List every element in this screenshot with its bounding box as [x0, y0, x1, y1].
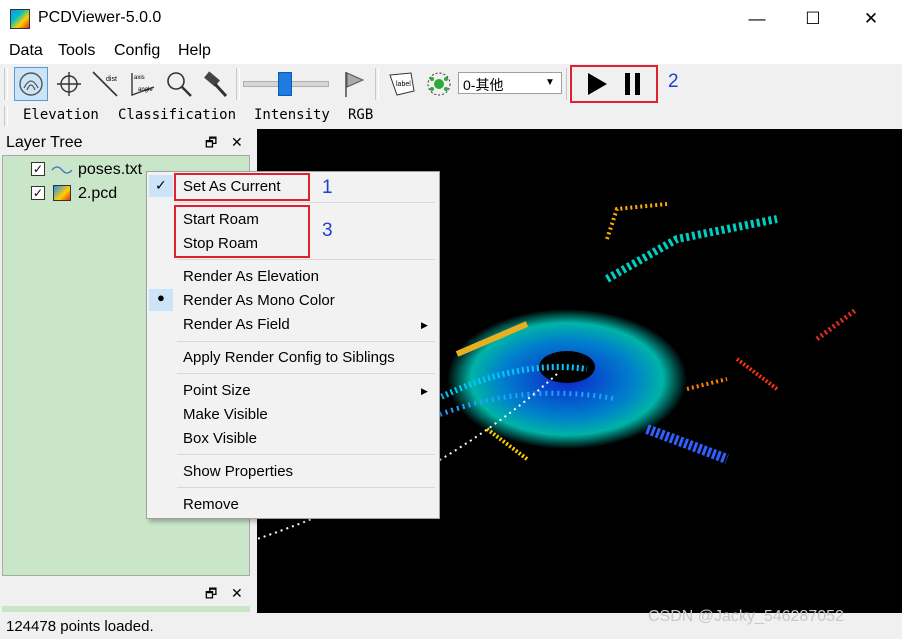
menu-separator [177, 487, 435, 488]
layer-tree-header: Layer Tree 🗗 ✕ [0, 129, 256, 155]
pointcloud-layer-icon [53, 185, 71, 201]
flag-icon [345, 72, 365, 97]
second-dock-header: 🗗 ✕ [0, 580, 256, 606]
app-icon [10, 9, 30, 29]
svg-text:angle: angle [138, 87, 153, 93]
distance-icon: dist [92, 71, 118, 97]
toolbar-grip [4, 68, 8, 100]
layer-row-pcd[interactable]: ✓ 2.pcd [3, 182, 153, 204]
maximize-button[interactable]: ☐ [784, 0, 842, 38]
menu-point-size[interactable]: Point Size [183, 382, 251, 399]
crosshair-icon [57, 72, 81, 96]
menu-show-properties[interactable]: Show Properties [183, 463, 293, 480]
menu-separator [177, 259, 435, 260]
mode-classification[interactable]: Classification [118, 107, 236, 123]
annotation-number-1: 1 [322, 177, 333, 198]
menu-render-field[interactable]: Render As Field [183, 316, 290, 333]
layer-name: 2.pcd [78, 185, 118, 202]
flag-button[interactable] [336, 67, 370, 101]
close-dock-icon[interactable]: ✕ [231, 585, 243, 602]
measure-distance-button[interactable]: dist [88, 67, 122, 101]
status-text: 124478 points loaded. [6, 618, 154, 635]
menu-tools[interactable]: Tools [58, 42, 95, 60]
menu-separator [177, 373, 435, 374]
menu-separator [177, 454, 435, 455]
float-dock-icon[interactable]: 🗗 [205, 134, 217, 156]
layer-checkbox[interactable]: ✓ [31, 186, 45, 200]
mode-intensity[interactable]: Intensity [254, 107, 330, 123]
close-dock-icon[interactable]: ✕ [231, 134, 243, 151]
annotation-number-2: 2 [668, 71, 679, 92]
render-mode-bar: Elevation Classification Intensity RGB [0, 104, 902, 128]
polyline-layer-icon [51, 166, 73, 174]
annotation-number-3: 3 [322, 220, 333, 241]
menu-box-visible[interactable]: Box Visible [183, 430, 257, 447]
layer-checkbox[interactable]: ✓ [31, 162, 45, 176]
pointcloud-select-icon [19, 72, 43, 96]
svg-text:label: label [396, 81, 411, 88]
class-combo[interactable]: 0-其他 ▼ [458, 72, 562, 94]
menu-data[interactable]: Data [9, 42, 43, 60]
submenu-arrow-icon: ▶ [421, 386, 428, 396]
window-title: PCDViewer-5.0.0 [38, 9, 162, 26]
watermark: CSDN @Jacky_546287052 [648, 608, 844, 625]
annotation-box-2 [570, 65, 658, 103]
class-combo-value: 0-其他 [463, 77, 504, 93]
title-bar: PCDViewer-5.0.0 — ☐ ✕ [0, 0, 902, 38]
measure-angle-button[interactable]: axis angle [126, 67, 160, 101]
checkmark-icon: ✓ [155, 177, 167, 193]
label-icon: label [389, 72, 415, 96]
axis-angle-icon: axis angle [131, 73, 155, 96]
menu-apply-render-config[interactable]: Apply Render Config to Siblings [183, 349, 395, 366]
menu-separator [177, 341, 435, 342]
menu-separator [177, 202, 435, 203]
menu-remove[interactable]: Remove [183, 496, 239, 513]
cluster-tool-button[interactable] [422, 67, 456, 101]
svg-text:dist: dist [106, 76, 117, 83]
svg-text:axis: axis [134, 75, 145, 81]
mode-elevation[interactable]: Elevation [23, 107, 99, 123]
select-tool-button[interactable] [14, 67, 48, 101]
menu-help[interactable]: Help [178, 42, 211, 60]
annotation-box-3 [174, 205, 310, 258]
slider-handle[interactable] [278, 72, 292, 96]
float-dock-icon[interactable]: 🗗 [205, 585, 217, 607]
magnifier-icon [167, 72, 192, 97]
toolbar: dist axis angle label 0-其他 ▼ [0, 64, 902, 104]
minimize-button[interactable]: — [728, 0, 786, 38]
toolbar-separator [236, 68, 240, 100]
toolbar-separator [375, 68, 379, 100]
cluster-icon [427, 72, 451, 96]
layer-row-poses[interactable]: ✓ poses.txt [3, 158, 153, 180]
layer-tree-title: Layer Tree [6, 134, 83, 151]
pick-point-button[interactable] [52, 67, 86, 101]
close-button[interactable]: ✕ [842, 0, 900, 38]
chevron-down-icon: ▼ [545, 77, 555, 88]
hammer-icon [204, 71, 228, 98]
menu-render-mono-color[interactable]: Render As Mono Color [183, 292, 335, 309]
radio-dot-icon: ● [157, 290, 165, 305]
toolbar-grip [4, 106, 8, 126]
layer-name: poses.txt [78, 161, 143, 178]
second-dock-body [2, 606, 250, 612]
zoom-button[interactable] [162, 67, 196, 101]
submenu-arrow-icon: ▶ [421, 320, 428, 330]
menu-make-visible[interactable]: Make Visible [183, 406, 268, 423]
mode-rgb[interactable]: RGB [348, 107, 373, 123]
hammer-tool-button[interactable] [198, 67, 232, 101]
menu-bar: Data Tools Config Help [0, 38, 902, 64]
annotation-box-1 [174, 173, 310, 201]
label-tool-button[interactable]: label [385, 67, 419, 101]
menu-config[interactable]: Config [114, 42, 160, 60]
menu-render-elevation[interactable]: Render As Elevation [183, 268, 319, 285]
